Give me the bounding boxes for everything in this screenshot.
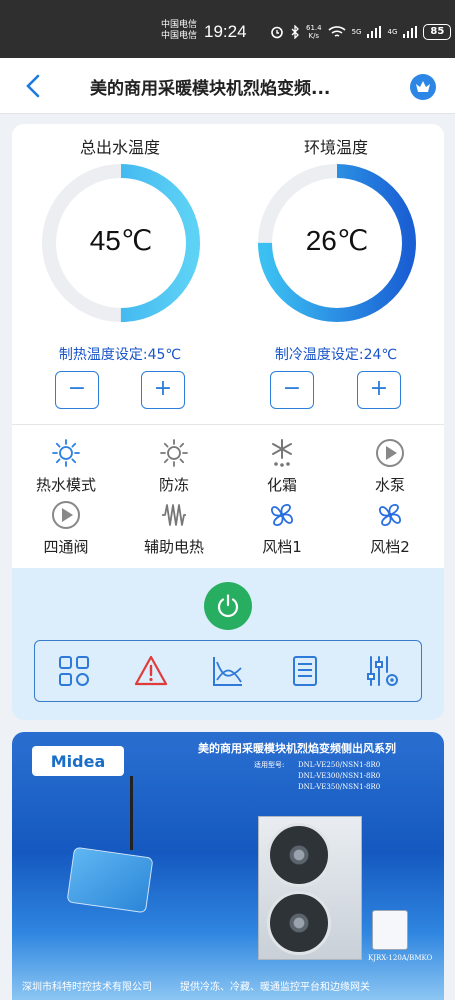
thermostat-image [372,910,408,950]
outlet-temp-label: 总出水温度 [79,138,160,157]
grid-icon [58,656,89,686]
cooling-setpoint: 制冷温度设定:24℃ [274,347,398,363]
fan-icon [271,504,293,526]
crown-icon [416,81,430,92]
device-card: 总出水温度 45℃ 环境温度 26℃ 制热温度设定:45℃ 制冷温度设定:24℃… [12,124,444,720]
banner-title: 美的商用采暖模块机烈焰变频侧出风系列 [198,742,396,755]
chart-icon [212,657,242,686]
app-header: 美的商用采暖模块机烈焰变频... [0,58,455,114]
model-line: DNL-VE350/NSN1-8R0 [298,783,381,791]
outlet-temp-value: 45℃ [89,225,153,256]
network-2-label: 4G [387,28,398,36]
cooling-decrease-button[interactable]: − [270,371,314,409]
back-button[interactable] [22,72,46,100]
status-label: 水泵 [374,476,405,494]
play-circle-icon [376,439,404,467]
status-label: 化霜 [266,476,297,494]
list-icon [293,656,318,686]
heating-increase-button[interactable]: + [141,371,185,409]
status-label: 防冻 [158,476,189,494]
signal-icon [367,26,382,38]
overview-button[interactable] [54,651,94,691]
model-line: DNL-VE250/NSN1-8R0 [298,761,381,769]
network-1: 5G [352,28,362,36]
snowflake-icon [272,439,292,467]
thermostat-model: KJRX-120A/BMKO [368,954,433,962]
model-label: 适用型号: [254,761,285,769]
status-label: 风档2 [370,538,410,556]
status-fan-speed-1: 风档1 [236,500,328,557]
alarm-icon [271,26,283,39]
fan-image [267,823,331,887]
model-line: DNL-VE300/NSN1-8R0 [298,772,381,780]
page-title: 美的商用采暖模块机烈焰变频... [90,79,331,99]
antenna-image [130,776,133,850]
sun-icon [52,439,80,467]
alarm-button[interactable] [131,651,171,691]
promo-banner[interactable]: Midea 美的商用采暖模块机烈焰变频侧出风系列 适用型号: DNL-VE250… [12,732,444,1000]
trend-button[interactable] [208,651,248,691]
banner-models: 适用型号: DNL-VE250/NSN1-8R0 DNL-VE300/NSN1-… [254,760,381,793]
play-circle-icon [52,501,80,529]
sun-icon [160,439,188,467]
bluetooth-icon [291,25,299,39]
speed-unit: K/s [308,32,320,40]
banner-footer: 深圳市科特时控技术有限公司 提供冷冻、冷藏、暖通监控平台和边缘网关 [12,978,444,993]
status-four-way-valve: 四通阀 [20,500,112,557]
heater-icon [162,504,186,526]
outdoor-unit-image [258,816,362,960]
gateway-device-image [66,846,154,914]
heating-setpoint: 制热温度设定:45℃ [58,347,182,363]
status-label: 风档1 [262,538,302,556]
speed-readout: 61.4 K/s [306,24,322,40]
footer-company: 深圳市科特时控技术有限公司 [22,982,152,993]
function-toolbar [34,640,422,702]
clock: 19:24 [204,22,247,41]
ambient-temp-value: 26℃ [305,225,369,256]
settings-icon [367,656,399,686]
carrier-2: 中国电信 [161,31,198,41]
control-area [12,568,444,720]
fan-image [267,891,331,955]
status-label: 热水模式 [35,476,96,494]
footer-slogan: 提供冷冻、冷藏、暖通监控平台和边缘网关 [180,982,370,993]
midea-logo: Midea [32,746,124,776]
status-water-pump: 水泵 [344,438,436,495]
chevron-left-icon [26,74,40,98]
wifi-icon [328,26,346,37]
status-bar: 中国电信 中国电信 19:24 61.4 K/s 5G 4G 85 [0,0,455,58]
cooling-increase-button[interactable]: + [357,371,401,409]
status-hot-water-mode: 热水模式 [20,438,112,495]
status-label: 四通阀 [43,538,89,556]
status-defrost: 化霜 [236,438,328,495]
carrier-label: 中国电信 中国电信 [161,20,197,42]
vip-button[interactable] [410,74,436,100]
power-icon [217,594,239,618]
fan-icon [379,504,401,526]
parameter-settings-button[interactable] [362,651,402,691]
power-button[interactable] [204,582,252,630]
divider [12,424,444,425]
log-button[interactable] [285,651,325,691]
ambient-temp-label: 环境温度 [303,138,368,157]
alert-icon [134,655,167,686]
battery-icon: 85 [423,24,452,40]
heating-decrease-button[interactable]: − [55,371,99,409]
signal-icon [403,26,418,38]
status-antifreeze: 防冻 [128,438,220,495]
network-2: 4G [387,28,397,36]
status-icons: 61.4 K/s 5G 4G 85 [270,22,452,42]
carrier-1: 中国电信 [161,20,198,30]
status-fan-speed-2: 风档2 [344,500,436,557]
status-aux-heater: 辅助电热 [128,500,220,557]
network-1-label: 5G [351,28,362,36]
speed-value: 61.4 [306,24,322,32]
status-label: 辅助电热 [143,538,204,556]
